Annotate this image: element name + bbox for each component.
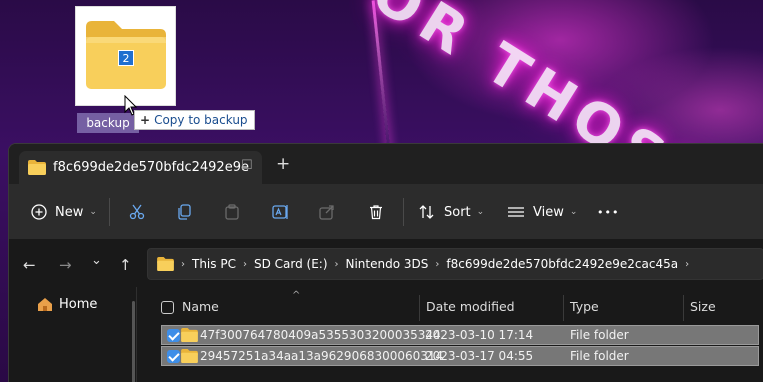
row-name: 47f300764780409a5355303200035344 (200, 328, 441, 342)
tab-title: f8c699de2de570bfdc2492e9e (53, 160, 249, 175)
view-label: View (533, 204, 564, 220)
breadcrumb-separator: › (334, 258, 339, 270)
table-row[interactable]: 47f300764780409a5355303200035344 2023-03… (161, 325, 759, 345)
breadcrumb-separator: › (181, 258, 185, 270)
delete-button[interactable] (368, 201, 384, 223)
forward-button[interactable]: → (59, 256, 72, 274)
sidebar-item-home[interactable]: Home (37, 297, 97, 312)
column-header-type[interactable]: Type (570, 299, 599, 319)
address-row: ← → ⌄ ↑ › This PC › SD Card (E:) › Ninte… (9, 239, 763, 287)
back-button[interactable]: ← (23, 256, 36, 274)
new-icon (31, 204, 47, 220)
chevron-down-icon: ⌄ (476, 207, 485, 217)
column-divider[interactable] (683, 295, 684, 321)
breadcrumb-item[interactable]: f8c699de2de570bfdc2492e9e2cac45a (446, 257, 678, 271)
drag-count-badge: 2 (118, 50, 134, 66)
plus-icon: + (140, 113, 151, 127)
navigation-pane: Home (9, 287, 137, 382)
row-checkbox[interactable] (167, 350, 180, 363)
tab-bar: f8c699de2de570bfdc2492e9e ☐ + (9, 144, 763, 184)
row-type: File folder (570, 328, 629, 342)
column-header-date[interactable]: Date modified (426, 299, 515, 319)
sort-label: Sort (444, 204, 471, 220)
sort-caret-icon: ^ (292, 290, 301, 301)
sort-button[interactable]: Sort ⌄ (418, 201, 484, 223)
sort-icon (419, 205, 434, 219)
sidebar-item-label: Home (59, 297, 98, 312)
chevron-down-icon: ⌄ (89, 207, 97, 217)
breadcrumb-item[interactable]: Nintendo 3DS (346, 257, 429, 271)
chevron-down-icon: ⌄ (569, 207, 578, 217)
share-button[interactable] (319, 201, 335, 223)
view-button[interactable]: View ⌄ (507, 201, 577, 223)
up-button[interactable]: ↑ (119, 256, 132, 274)
copy-button[interactable] (176, 201, 192, 223)
row-checkbox[interactable] (167, 329, 180, 342)
tab-current-folder[interactable]: f8c699de2de570bfdc2492e9e ☐ (19, 151, 262, 184)
toolbar-divider (403, 198, 404, 226)
toolbar-divider (109, 198, 110, 226)
rename-button[interactable] (272, 201, 290, 223)
view-icon (508, 207, 524, 217)
breadcrumb-separator: › (685, 258, 690, 270)
breadcrumb-separator: › (435, 258, 440, 270)
column-header-name[interactable]: Name (182, 299, 219, 319)
row-name: 29457251a34aa13a9629068300060314 (200, 349, 444, 363)
new-tab-button[interactable]: + (276, 156, 290, 173)
row-date: 2023-03-10 17:14 (425, 328, 534, 342)
folder-icon (181, 349, 198, 363)
drag-preview: 2 (75, 6, 176, 106)
new-button[interactable]: New ⌄ (31, 201, 97, 223)
new-label: New (55, 204, 84, 220)
column-divider[interactable] (419, 295, 420, 321)
recent-locations-button[interactable]: ⌄ (91, 253, 102, 268)
home-icon (38, 298, 52, 311)
rename-icon (272, 205, 288, 219)
row-type: File folder (570, 349, 629, 363)
column-header-size[interactable]: Size (690, 299, 716, 319)
select-all-checkbox[interactable] (161, 301, 174, 314)
share-icon (319, 205, 334, 220)
tab-close-button[interactable]: ☐ (241, 158, 253, 173)
folder-icon (181, 328, 198, 342)
sidebar-scrollbar[interactable] (132, 301, 135, 382)
delete-icon (370, 205, 382, 220)
paste-button[interactable] (224, 201, 240, 223)
more-icon: ••• (597, 205, 620, 219)
copy-icon (178, 204, 191, 220)
address-bar[interactable]: › This PC › SD Card (E:) › Nintendo 3DS … (147, 248, 763, 280)
table-row[interactable]: 29457251a34aa13a9629068300060314 2023-03… (161, 346, 759, 366)
folder-icon (157, 257, 174, 271)
see-more-button[interactable]: ••• (597, 201, 619, 223)
cut-icon (129, 204, 145, 220)
cut-button[interactable] (129, 201, 145, 223)
paste-icon (225, 204, 239, 220)
breadcrumb-item[interactable]: This PC (192, 257, 236, 271)
file-explorer-window: f8c699de2de570bfdc2492e9e ☐ + New ⌄ Sort… (8, 143, 763, 382)
column-divider[interactable] (563, 295, 564, 321)
row-date: 2023-03-17 04:55 (425, 349, 534, 363)
copy-tooltip-text: Copy to backup (154, 113, 248, 127)
breadcrumb-item[interactable]: SD Card (E:) (254, 257, 328, 271)
copy-tooltip: + Copy to backup (134, 110, 255, 130)
file-list: ^ Name Date modified Type Size 47f300764… (145, 287, 763, 382)
folder-icon (28, 160, 46, 175)
breadcrumb-separator: › (242, 258, 247, 270)
command-bar: New ⌄ Sort ⌄ View ⌄ ••• (9, 184, 763, 239)
